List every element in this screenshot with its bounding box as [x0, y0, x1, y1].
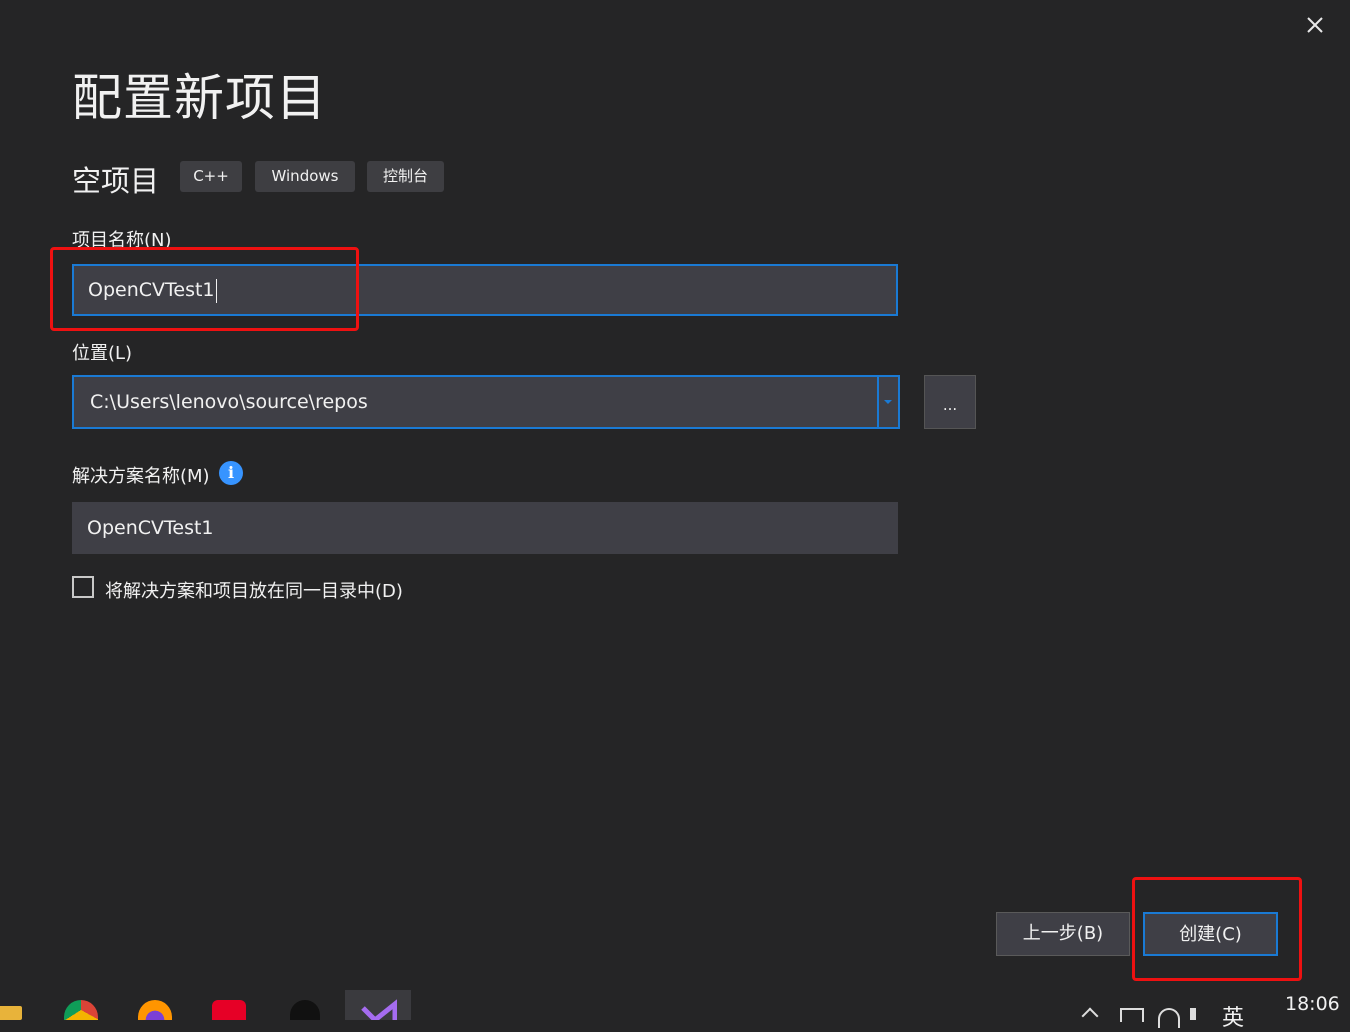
taskbar-active-item[interactable] — [345, 990, 411, 1020]
template-name: 空项目 — [72, 164, 160, 198]
netease-music-icon[interactable] — [212, 1000, 246, 1020]
project-name-input[interactable]: OpenCVTest1 — [72, 264, 898, 316]
tag-platform: Windows — [255, 161, 355, 192]
location-dropdown-button[interactable] — [877, 377, 898, 427]
tag-project-type: 控制台 — [367, 161, 444, 192]
location-label: 位置(L) — [72, 343, 133, 364]
visual-studio-icon — [361, 999, 397, 1020]
location-value: C:\Users\lenovo\source\repos — [90, 391, 368, 413]
close-button[interactable] — [1300, 10, 1330, 40]
text-caret — [215, 278, 217, 303]
ime-indicator[interactable]: 英 — [1222, 1000, 1244, 1032]
clock[interactable]: 18:06 — [1285, 993, 1340, 1015]
same-directory-label: 将解决方案和项目放在同一目录中(D) — [105, 581, 403, 602]
page-title: 配置新项目 — [72, 69, 327, 127]
browse-button[interactable]: ... — [924, 375, 976, 429]
close-icon — [1307, 17, 1323, 33]
volume-icon[interactable] — [1190, 1008, 1214, 1020]
wifi-icon[interactable] — [1158, 1008, 1180, 1028]
file-explorer-icon[interactable] — [0, 1006, 22, 1020]
location-combobox[interactable]: C:\Users\lenovo\source\repos — [72, 375, 900, 429]
tag-language: C++ — [180, 161, 242, 192]
solution-name-label: 解决方案名称(M) — [72, 466, 210, 487]
create-button[interactable]: 创建(C) — [1143, 912, 1278, 956]
project-name-label: 项目名称(N) — [72, 230, 172, 251]
project-name-value: OpenCVTest1 — [88, 279, 215, 301]
info-icon[interactable]: i — [219, 461, 243, 485]
back-button[interactable]: 上一步(B) — [996, 912, 1130, 956]
solution-name-input[interactable]: OpenCVTest1 — [72, 502, 898, 554]
same-directory-checkbox[interactable] — [72, 576, 94, 598]
taskbar — [0, 988, 1350, 1020]
